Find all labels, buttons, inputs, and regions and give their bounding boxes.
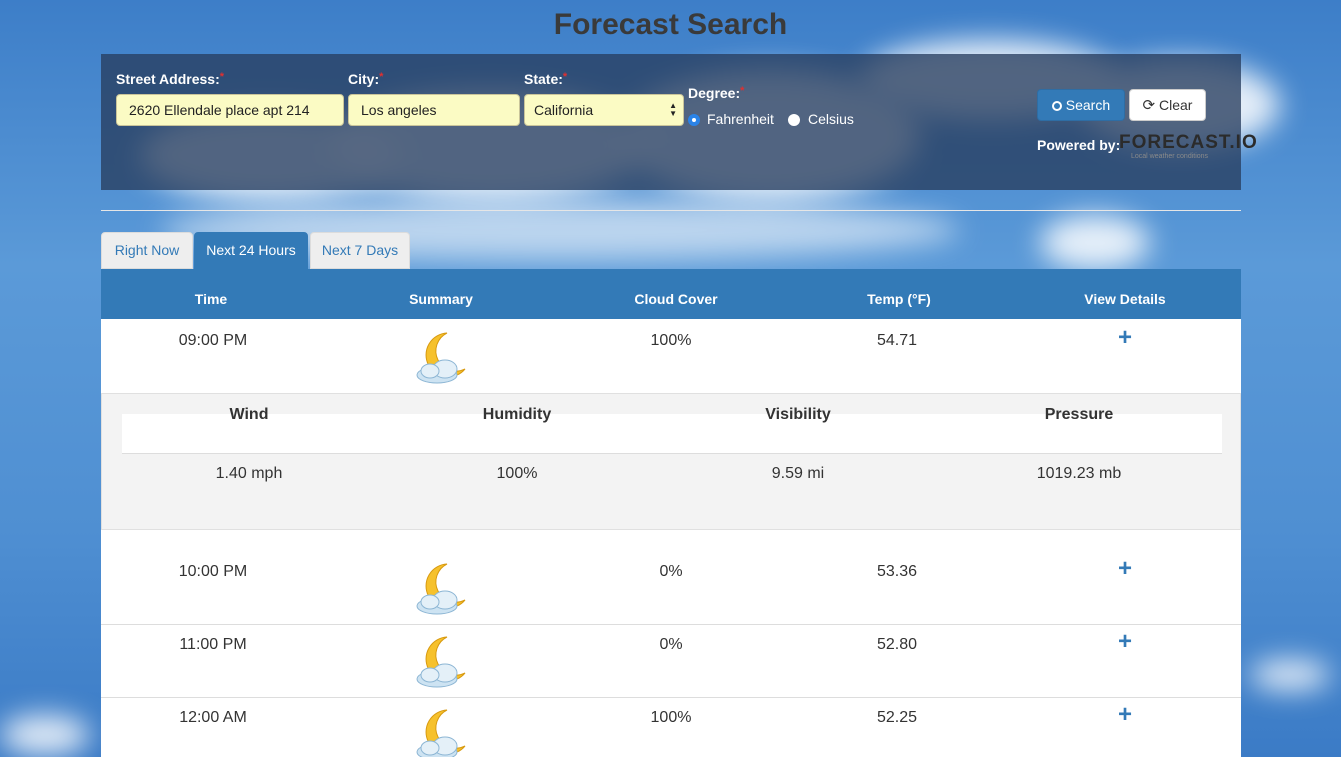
- plus-icon[interactable]: +: [1111, 628, 1139, 656]
- required-mark: *: [562, 71, 568, 83]
- refresh-icon: ⟳: [1142, 97, 1156, 114]
- search-form: Street Address:* 2620 Ellendale place ap…: [101, 54, 1257, 190]
- required-mark: *: [740, 85, 745, 97]
- state-select[interactable]: California ▲ ▼: [524, 94, 684, 126]
- row-temp: 52.25: [876, 709, 918, 726]
- forecast-io-tagline: Local weather conditions: [1131, 153, 1209, 160]
- row-cloud-cover: 0%: [659, 563, 683, 580]
- state-select-value: California: [534, 102, 594, 118]
- plus-icon[interactable]: +: [1111, 701, 1139, 729]
- table-row: 11:00 PM 0% 52.80 +: [101, 625, 1241, 698]
- details-panel: Wind Humidity Visibility Pressure 1.40 m…: [101, 393, 1241, 530]
- header-view-details: View Details: [1084, 291, 1166, 307]
- street-label: Street Address:*: [116, 71, 225, 87]
- table-row: 10:00 PM 0% 53.36 +: [101, 552, 1241, 625]
- state-label: State:*: [524, 71, 568, 87]
- row-cloud-cover: 100%: [650, 332, 692, 349]
- degree-label: Degree:*: [688, 85, 745, 101]
- cloudy-night-icon: [413, 706, 473, 757]
- cloudy-night-icon: [413, 329, 473, 390]
- tab-next-7-days[interactable]: Next 7 Days: [310, 232, 410, 269]
- details-visibility: 9.59 mi: [771, 465, 825, 482]
- search-icon: [1051, 101, 1062, 111]
- street-address-input[interactable]: 2620 Ellendale place apt 214: [116, 94, 344, 126]
- row-time: 12:00 AM: [179, 709, 247, 726]
- row-spacer: [101, 530, 1241, 553]
- forecast-table-header: Time Summary Cloud Cover Temp (°F) View …: [101, 269, 1241, 319]
- header-time: Time: [194, 291, 228, 307]
- city-label: City:*: [348, 71, 384, 87]
- header-summary: Summary: [409, 291, 473, 307]
- search-button[interactable]: Search: [1037, 89, 1125, 121]
- clear-night-icon: [413, 560, 473, 621]
- page-title: Forecast Search: [553, 8, 788, 41]
- row-cloud-cover: 100%: [650, 709, 692, 726]
- tab-next-24-hours[interactable]: Next 24 Hours: [194, 232, 308, 269]
- search-button-label: Search: [1065, 97, 1111, 113]
- plus-icon[interactable]: +: [1111, 555, 1139, 583]
- fahrenheit-radio[interactable]: [688, 114, 700, 126]
- powered-by-label: Powered by:: [1037, 137, 1121, 153]
- required-mark: *: [219, 71, 225, 83]
- row-time: 11:00 PM: [179, 636, 247, 653]
- clear-button[interactable]: ⟳ Clear: [1129, 89, 1206, 121]
- details-pressure: 1019.23 mb: [1036, 465, 1122, 482]
- forecast-io-logo[interactable]: FORECAST.IO: [1119, 132, 1258, 154]
- select-arrows-icon: ▲ ▼: [669, 101, 677, 118]
- header-temp: Temp (°F): [867, 291, 931, 307]
- plus-icon[interactable]: +: [1111, 324, 1139, 352]
- details-header-visibility: Visibility: [765, 406, 831, 423]
- city-input[interactable]: Los angeles: [348, 94, 520, 126]
- row-cloud-cover: 0%: [659, 636, 683, 653]
- details-header-humidity: Humidity: [482, 406, 552, 423]
- required-mark: *: [379, 71, 384, 83]
- fahrenheit-label: Fahrenheit: [707, 111, 774, 127]
- row-temp: 52.80: [876, 636, 918, 653]
- table-row: 12:00 AM 100% 52.25 +: [101, 698, 1241, 757]
- clear-night-icon: [413, 633, 473, 694]
- row-temp: 53.36: [876, 563, 918, 580]
- divider: [101, 210, 1241, 211]
- row-time: 09:00 PM: [178, 332, 248, 349]
- header-cloud-cover: Cloud Cover: [634, 291, 718, 307]
- clear-button-label: Clear: [1159, 97, 1193, 113]
- details-header-wind: Wind: [229, 406, 269, 423]
- details-humidity: 100%: [496, 465, 538, 482]
- details-wind: 1.40 mph: [215, 465, 283, 482]
- celsius-radio[interactable]: [788, 114, 800, 126]
- row-temp: 54.71: [876, 332, 918, 349]
- celsius-label: Celsius: [808, 111, 854, 127]
- table-row: 09:00 PM 100% 54.71 +: [101, 319, 1241, 394]
- row-time: 10:00 PM: [178, 563, 248, 580]
- details-header-pressure: Pressure: [1044, 406, 1114, 423]
- tab-right-now[interactable]: Right Now: [101, 232, 193, 269]
